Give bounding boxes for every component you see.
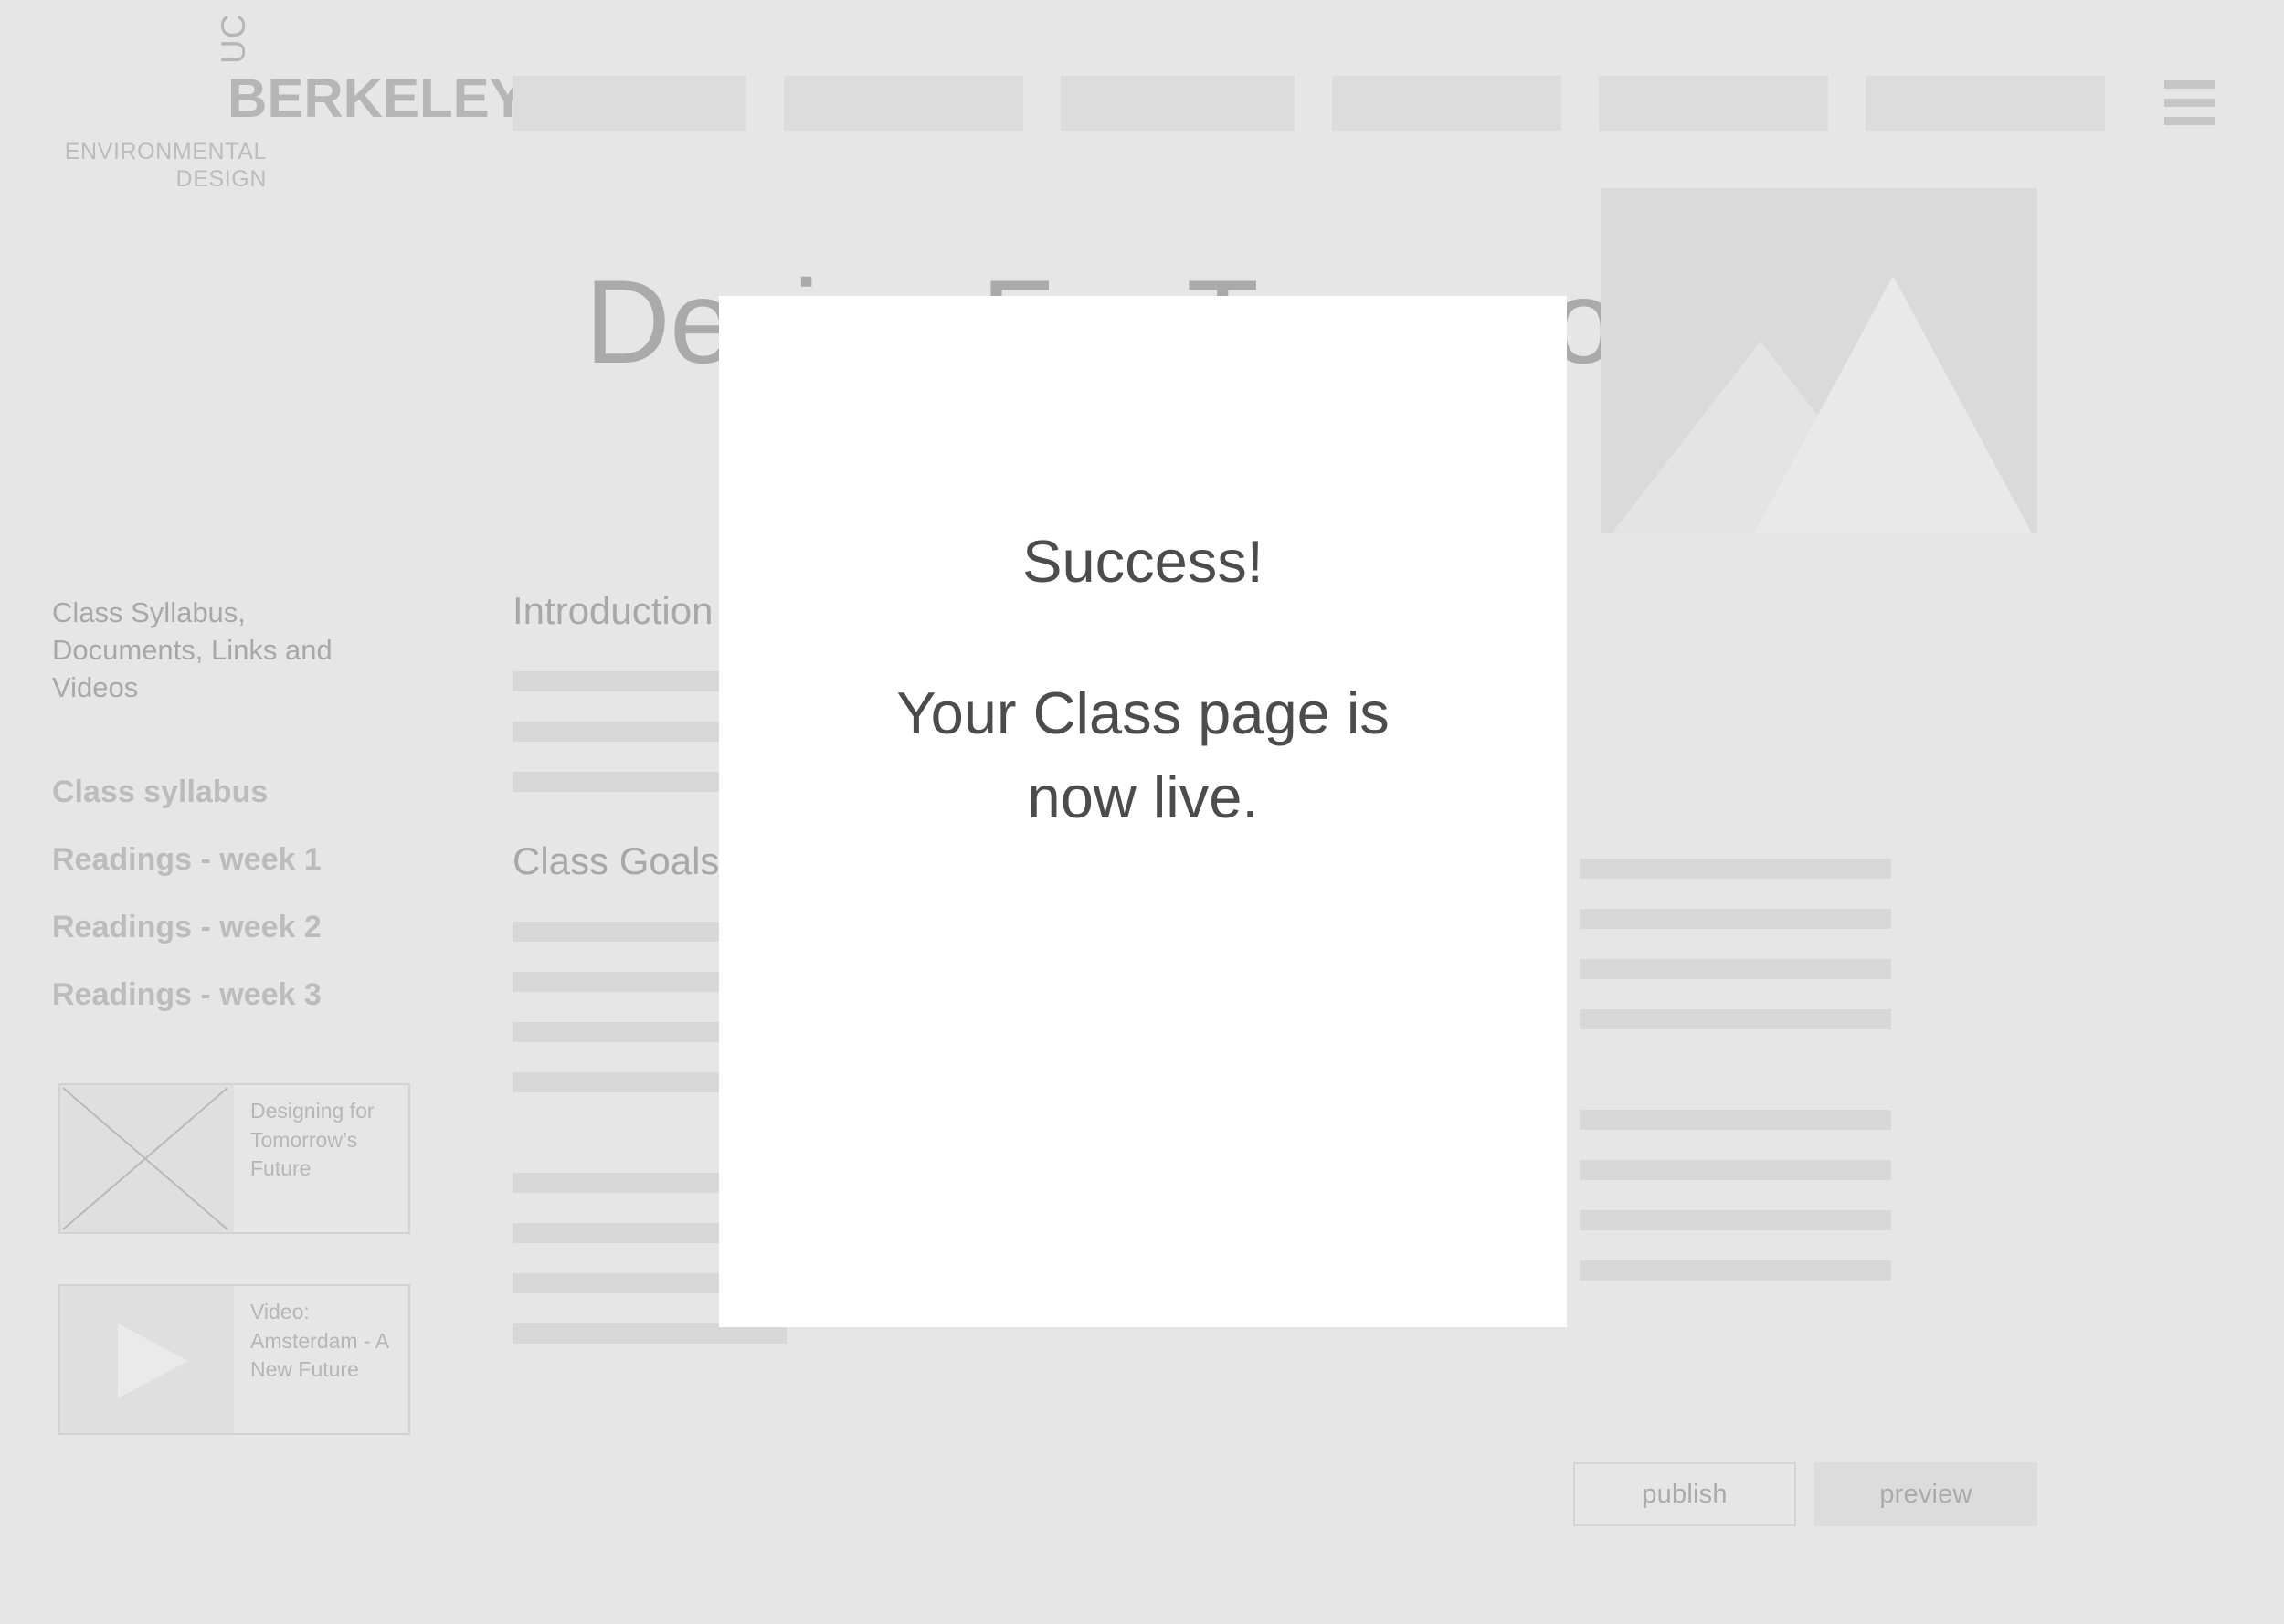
sidebar-heading: Class Syllabus, Documents, Links and Vid… [52,596,333,704]
nav-item-placeholder-6[interactable] [1866,76,2105,131]
skeleton-bar [1580,1110,1891,1130]
logo-department-line-1: ENVIRONMENTAL [64,139,267,164]
sidebar-card-video-label: Video: Amsterdam - A New Future [250,1300,388,1381]
skeleton-bar [1580,1260,1891,1281]
logo-department-line-2: DESIGN [175,165,267,192]
sidebar-card-document[interactable]: Designing for Tomorrow’s Future [58,1083,410,1234]
sidebar-link-list: Class syllabus Readings - week 1 Reading… [52,776,436,1010]
hamburger-bar-1 [2164,80,2215,89]
skeleton-bar [1580,1009,1891,1029]
preview-button[interactable]: preview [1814,1462,2037,1526]
right-column-skeleton [1580,859,1891,1281]
nav-item-placeholder-1[interactable] [513,76,746,131]
sidebar-item-readings-week-3[interactable]: Readings - week 3 [52,979,436,1010]
main-content-right-column [1580,592,1891,1311]
hamburger-menu-icon[interactable] [2164,80,2215,125]
logo-uc-text: UC [215,13,252,64]
publish-button[interactable]: publish [1573,1462,1796,1526]
image-placeholder-x-icon [60,1085,234,1232]
skeleton-bar [1580,859,1891,879]
sidebar-item-readings-week-2[interactable]: Readings - week 2 [52,912,436,943]
success-modal-message: Your Class page is now live. [896,680,1390,831]
logo-department-text: ENVIRONMENTAL DESIGN [38,139,267,193]
nav-item-placeholder-3[interactable] [1061,76,1295,131]
sidebar-card-video[interactable]: Video: Amsterdam - A New Future [58,1284,410,1435]
nav-item-placeholder-2[interactable] [784,76,1023,131]
hero-image-placeholder [1601,188,2037,533]
mountain-image-placeholder-icon [1612,276,2032,533]
skeleton-bar [1580,909,1891,929]
footer-action-bar: publish preview [1573,1462,2037,1526]
nav-item-placeholder-5[interactable] [1599,76,1828,131]
sidebar-item-class-syllabus[interactable]: Class syllabus [52,776,436,807]
hamburger-bar-2 [2164,99,2215,107]
skeleton-bar [1580,1210,1891,1230]
success-modal-title: Success! [1022,528,1264,595]
success-modal: Success! Your Class page is now live. [719,296,1567,1327]
nav-item-placeholder-4[interactable] [1332,76,1561,131]
logo-berkeley-text: BERKELEY [227,68,526,129]
sidebar-card-document-label: Designing for Tomorrow’s Future [250,1099,375,1180]
skeleton-bar [1580,959,1891,979]
sidebar: Class Syllabus, Documents, Links and Vid… [52,594,436,1010]
main-navigation [513,76,2105,131]
video-play-icon [60,1286,234,1433]
site-logo[interactable]: UC BERKELEY ENVIRONMENTAL DESIGN [38,14,526,192]
skeleton-bar [1580,1160,1891,1180]
hamburger-bar-3 [2164,117,2215,125]
page-header: UC BERKELEY ENVIRONMENTAL DESIGN [0,0,2284,192]
sidebar-item-readings-week-1[interactable]: Readings - week 1 [52,844,436,875]
